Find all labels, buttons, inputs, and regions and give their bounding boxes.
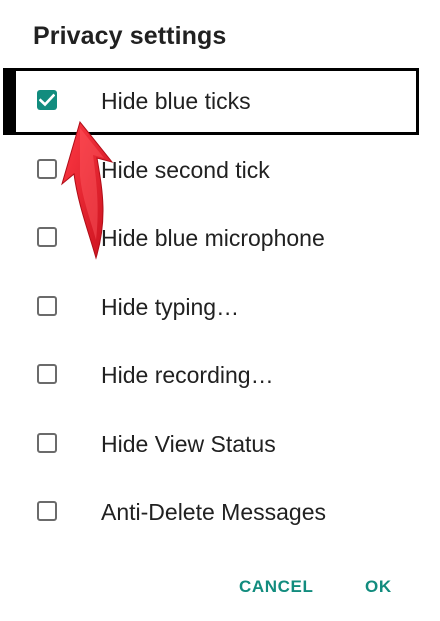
option-label: Hide blue ticks — [101, 88, 251, 114]
checkbox-hide-typing[interactable] — [37, 296, 57, 316]
dialog-actions: CANCEL OK — [0, 577, 440, 601]
check-icon — [39, 93, 55, 107]
ok-button[interactable]: OK — [365, 577, 392, 597]
privacy-settings-dialog: Privacy settings Hide blue ticks Hide se… — [0, 0, 440, 621]
option-label: Hide recording… — [101, 362, 274, 388]
checkbox-hide-recording[interactable] — [37, 364, 57, 384]
checkbox-anti-delete-messages[interactable] — [37, 501, 57, 521]
option-hide-view-status[interactable]: Hide View Status — [0, 411, 440, 479]
option-label: Anti-Delete Messages — [101, 499, 326, 525]
cancel-button[interactable]: CANCEL — [239, 577, 313, 597]
checkbox-hide-view-status[interactable] — [37, 433, 57, 453]
option-label: Hide View Status — [101, 431, 276, 457]
dialog-title: Privacy settings — [33, 22, 227, 50]
option-anti-delete-messages[interactable]: Anti-Delete Messages — [0, 479, 440, 547]
option-hide-typing[interactable]: Hide typing… — [0, 274, 440, 342]
option-hide-recording[interactable]: Hide recording… — [0, 342, 440, 410]
red-arrow-icon — [61, 120, 114, 260]
checkbox-hide-blue-ticks[interactable] — [37, 90, 57, 110]
option-label: Hide typing… — [101, 294, 240, 320]
